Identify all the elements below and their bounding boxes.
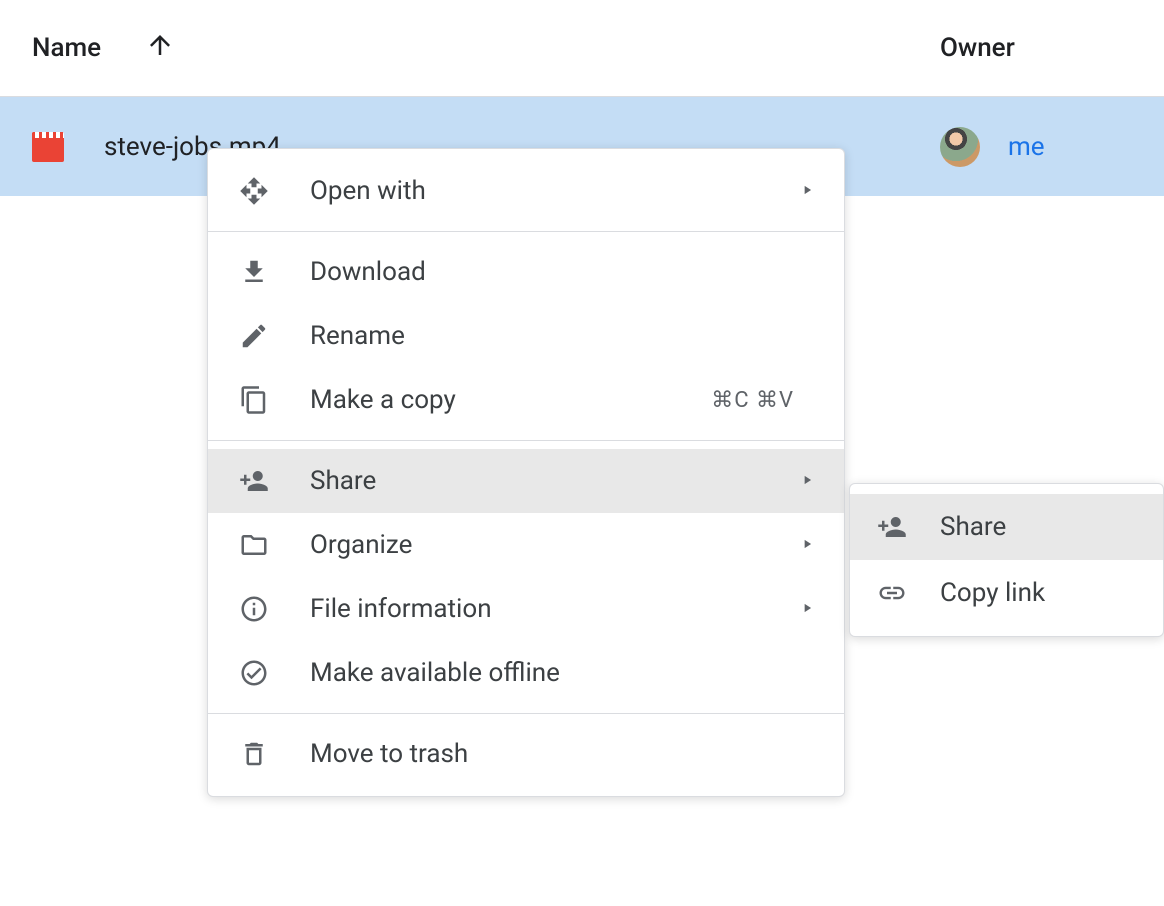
- menu-divider: [208, 440, 844, 441]
- menu-share-label: Share: [310, 466, 800, 496]
- copy-icon: [238, 384, 270, 416]
- column-name-label: Name: [32, 33, 101, 63]
- menu-share[interactable]: Share: [208, 449, 844, 513]
- menu-offline-label: Make available offline: [310, 658, 814, 688]
- menu-open-with-label: Open with: [310, 176, 800, 206]
- menu-divider: [208, 231, 844, 232]
- menu-make-copy-label: Make a copy: [310, 385, 711, 415]
- column-header-name[interactable]: Name: [32, 30, 940, 67]
- submenu-share-label: Share: [940, 512, 1137, 542]
- context-menu: Open with Download Rename Make a copy ⌘C…: [207, 148, 845, 797]
- column-header-owner[interactable]: Owner: [940, 33, 1015, 63]
- share-submenu: Share Copy link: [849, 483, 1164, 637]
- menu-make-copy-shortcut: ⌘C ⌘V: [711, 388, 794, 413]
- info-icon: [238, 593, 270, 625]
- column-header-row: Name Owner: [0, 0, 1164, 96]
- menu-file-info[interactable]: File information: [208, 577, 844, 641]
- menu-download-label: Download: [310, 257, 814, 287]
- menu-make-copy[interactable]: Make a copy ⌘C ⌘V: [208, 368, 844, 432]
- sort-arrow-up-icon[interactable]: [145, 30, 175, 67]
- owner-text: me: [1008, 132, 1045, 162]
- video-file-icon: [32, 132, 64, 162]
- submenu-copy-link-label: Copy link: [940, 578, 1137, 608]
- column-owner-label: Owner: [940, 33, 1015, 63]
- share-person-add-icon: [876, 511, 908, 543]
- download-icon: [238, 256, 270, 288]
- menu-offline[interactable]: Make available offline: [208, 641, 844, 705]
- folder-icon: [238, 529, 270, 561]
- open-with-icon: [238, 175, 270, 207]
- trash-icon: [238, 738, 270, 770]
- menu-rename[interactable]: Rename: [208, 304, 844, 368]
- share-person-add-icon: [238, 465, 270, 497]
- rename-icon: [238, 320, 270, 352]
- offline-icon: [238, 657, 270, 689]
- chevron-right-icon: [800, 600, 814, 619]
- submenu-copy-link[interactable]: Copy link: [850, 560, 1163, 626]
- menu-open-with[interactable]: Open with: [208, 159, 844, 223]
- menu-trash-label: Move to trash: [310, 739, 814, 769]
- menu-rename-label: Rename: [310, 321, 814, 351]
- menu-file-info-label: File information: [310, 594, 800, 624]
- menu-organize-label: Organize: [310, 530, 800, 560]
- chevron-right-icon: [800, 472, 814, 491]
- menu-download[interactable]: Download: [208, 240, 844, 304]
- menu-divider: [208, 713, 844, 714]
- menu-trash[interactable]: Move to trash: [208, 722, 844, 786]
- file-cell-owner: me: [940, 127, 1045, 167]
- chevron-right-icon: [800, 536, 814, 555]
- chevron-right-icon: [800, 182, 814, 201]
- avatar: [940, 127, 980, 167]
- submenu-share[interactable]: Share: [850, 494, 1163, 560]
- menu-organize[interactable]: Organize: [208, 513, 844, 577]
- link-icon: [876, 577, 908, 609]
